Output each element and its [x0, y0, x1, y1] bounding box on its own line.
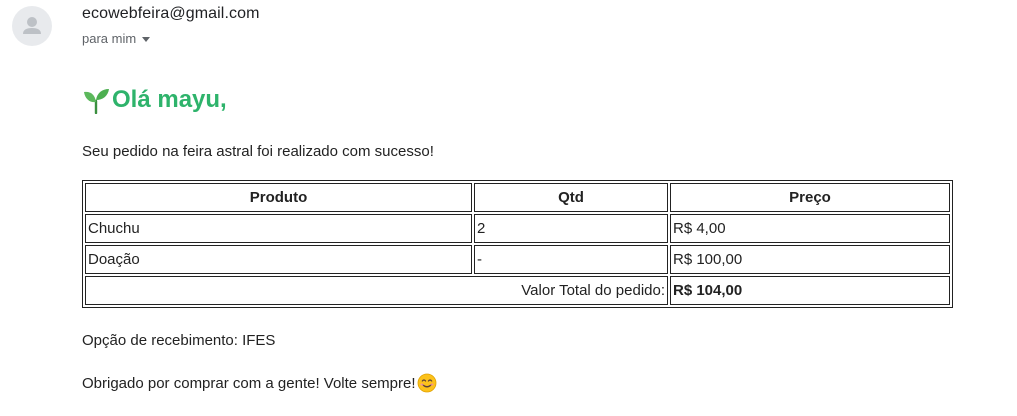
thanks-text: Obrigado por comprar com a gente! Volte … [82, 374, 416, 392]
table-row: Chuchu 2 R$ 4,00 [85, 214, 950, 243]
sender-avatar[interactable] [12, 6, 52, 46]
header-qtd: Qtd [474, 183, 668, 212]
pickup-option: Opção de recebimento: IFES [82, 332, 276, 349]
sender-address[interactable]: ecowebfeira@gmail.com [82, 5, 260, 23]
seedling-icon [84, 89, 109, 114]
person-avatar-icon [23, 17, 41, 34]
cell-produto: Doação [85, 245, 472, 274]
order-confirmation-message: Seu pedido na feira astral foi realizado… [82, 143, 434, 160]
smiling-face-icon [417, 373, 436, 393]
table-total-row: Valor Total do pedido: R$ 104,00 [85, 276, 950, 305]
recipient-line: para mim [82, 31, 151, 46]
cell-qtd: - [474, 245, 668, 274]
order-table: Produto Qtd Preço Chuchu 2 R$ 4,00 Doaçã… [82, 180, 953, 308]
cell-preco: R$ 4,00 [670, 214, 950, 243]
table-header-row: Produto Qtd Preço [85, 183, 950, 212]
cell-preco: R$ 100,00 [670, 245, 950, 274]
greeting-heading: Olá mayu, [82, 86, 227, 114]
total-value: R$ 104,00 [670, 276, 950, 305]
cell-produto: Chuchu [85, 214, 472, 243]
chevron-down-icon[interactable] [142, 37, 151, 42]
greeting-text: Olá mayu, [112, 86, 227, 113]
cell-qtd: 2 [474, 214, 668, 243]
thanks-message: Obrigado por comprar com a gente! Volte … [82, 373, 437, 393]
total-label: Valor Total do pedido: [85, 276, 668, 305]
recipient-label: para mim [82, 31, 137, 46]
table-row: Doação - R$ 100,00 [85, 245, 950, 274]
header-produto: Produto [85, 183, 472, 212]
header-preco: Preço [670, 183, 950, 212]
